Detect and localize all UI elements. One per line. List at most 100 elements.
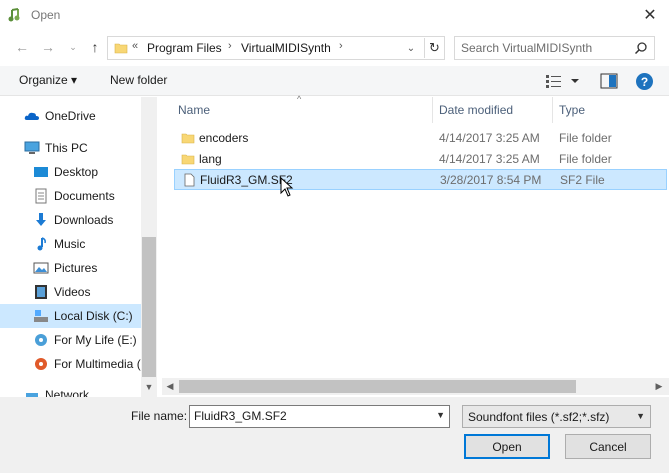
open-button[interactable]: Open — [464, 434, 550, 459]
file-row[interactable]: lang 4/14/2017 3:25 AM File folder — [174, 149, 667, 170]
chevron-down-icon[interactable]: ▼ — [436, 410, 445, 420]
address-bar[interactable]: « Program Files › VirtualMIDISynth › ⌄ ↻ — [107, 36, 445, 60]
app-icon — [8, 8, 20, 22]
refresh-button[interactable]: ↻ — [424, 38, 444, 58]
recent-locations-button[interactable]: ⌄ — [63, 37, 83, 57]
pictures-icon — [33, 262, 49, 274]
sort-ascending-icon: ^ — [297, 94, 302, 104]
nav-item-pictures[interactable]: Pictures — [0, 256, 141, 280]
breadcrumb-program-files[interactable]: Program Files — [147, 41, 222, 55]
nav-item-label: For Multimedia ( — [54, 357, 141, 371]
file-name-label: File name: — [131, 409, 188, 423]
address-dropdown-button[interactable]: ⌄ — [402, 40, 420, 56]
nav-item-videos[interactable]: Videos — [0, 280, 141, 304]
nav-item-label: Videos — [54, 285, 91, 299]
file-name: encoders — [199, 131, 249, 145]
file-icon — [184, 173, 195, 187]
search-input[interactable] — [461, 41, 626, 55]
nav-item-network[interactable]: Network — [0, 383, 141, 397]
file-name: FluidR3_GM.SF2 — [200, 173, 293, 187]
folder-icon — [181, 133, 195, 144]
scroll-left-button[interactable]: ◀ — [162, 378, 178, 395]
nav-item-label: OneDrive — [45, 109, 96, 123]
view-options-icon[interactable] — [545, 73, 581, 89]
nav-item-label: Downloads — [54, 213, 114, 227]
nav-item-label: Network — [45, 388, 90, 397]
file-date: 3/28/2017 8:54 PM — [440, 173, 542, 187]
forward-button[interactable]: → — [38, 37, 58, 57]
mouse-cursor-icon — [280, 177, 294, 197]
nav-item-label: For My Life (E:) — [54, 333, 137, 347]
column-header-name[interactable]: Name — [178, 103, 210, 117]
column-header-type[interactable]: Type — [559, 103, 585, 117]
file-name-combobox[interactable]: ▼ — [189, 405, 450, 428]
nav-item-multimedia-drive[interactable]: For Multimedia ( — [0, 352, 141, 376]
nav-scroll-down-button[interactable]: ▼ — [141, 379, 157, 395]
up-button[interactable]: ↑ — [85, 37, 105, 57]
breadcrumb-separator[interactable]: › — [228, 40, 232, 52]
nav-item-label: This PC — [45, 141, 88, 155]
column-header-date[interactable]: Date modified — [439, 103, 513, 117]
organize-button[interactable]: Organize ▾ — [19, 73, 77, 87]
nav-item-local-disk[interactable]: Local Disk (C:) — [0, 304, 141, 328]
drive-icon — [35, 358, 47, 370]
close-button[interactable]: ✕ — [633, 2, 667, 28]
folder-icon — [114, 43, 128, 54]
file-type-select[interactable]: Soundfont files (*.sf2;*.sfz) ▼ — [462, 405, 651, 428]
videos-icon — [35, 285, 47, 299]
nav-scrollbar-thumb[interactable] — [142, 237, 156, 377]
nav-item-this-pc[interactable]: This PC — [0, 136, 141, 160]
breadcrumb-separator[interactable]: › — [339, 40, 343, 52]
horizontal-scrollbar[interactable]: ◀ ▶ — [162, 378, 669, 395]
nav-item-e-drive[interactable]: For My Life (E:) — [0, 328, 141, 352]
footer-panel: File name: ▼ Soundfont files (*.sf2;*.sf… — [0, 397, 669, 473]
nav-item-music[interactable]: Music — [0, 232, 141, 256]
search-box[interactable] — [454, 36, 655, 60]
nav-item-label: Desktop — [54, 165, 99, 179]
folder-icon — [181, 154, 195, 165]
nav-item-label: Local Disk (C:) — [54, 309, 133, 323]
back-button[interactable]: ← — [12, 37, 32, 57]
drive-icon — [34, 310, 48, 322]
downloads-icon — [36, 213, 46, 226]
documents-icon — [35, 188, 47, 204]
file-type-value: Soundfont files (*.sf2;*.sfz) — [468, 410, 610, 424]
horizontal-scrollbar-thumb[interactable] — [179, 380, 576, 393]
file-type: File folder — [559, 131, 612, 145]
file-row-selected[interactable]: FluidR3_GM.SF2 3/28/2017 8:54 PM SF2 Fil… — [174, 169, 667, 190]
cancel-button[interactable]: Cancel — [565, 434, 651, 459]
cloud-icon — [24, 112, 39, 120]
desktop-icon — [34, 167, 48, 177]
column-divider[interactable] — [432, 97, 433, 123]
nav-item-onedrive[interactable]: OneDrive — [0, 104, 141, 128]
file-list[interactable]: ^ Name Date modified Type encoders 4/14/… — [162, 94, 669, 397]
scroll-right-button[interactable]: ▶ — [651, 378, 667, 395]
network-icon — [26, 393, 38, 397]
navigation-pane[interactable]: OneDrive This PC Desktop Documents Downl… — [0, 97, 157, 397]
column-divider[interactable] — [552, 97, 553, 123]
file-type: SF2 File — [560, 173, 605, 187]
nav-item-label: Music — [54, 237, 86, 251]
new-folder-button[interactable]: New folder — [110, 73, 167, 87]
breadcrumb-virtualmidisynth[interactable]: VirtualMIDISynth — [241, 41, 331, 55]
nav-item-desktop[interactable]: Desktop — [0, 160, 141, 184]
drive-icon — [35, 334, 47, 346]
help-icon[interactable]: ? — [636, 73, 653, 90]
file-row[interactable]: encoders 4/14/2017 3:25 AM File folder — [174, 128, 667, 149]
nav-item-documents[interactable]: Documents — [0, 184, 141, 208]
file-date: 4/14/2017 3:25 AM — [439, 152, 540, 166]
preview-pane-icon[interactable] — [600, 73, 618, 89]
computer-icon — [24, 141, 40, 154]
window-title: Open — [31, 8, 61, 22]
file-name: lang — [199, 152, 222, 166]
nav-item-label: Documents — [54, 189, 115, 203]
music-icon — [37, 237, 46, 251]
chevron-down-icon: ▼ — [636, 411, 645, 421]
title-bar: Open ✕ — [0, 0, 669, 31]
file-name-input[interactable] — [194, 409, 424, 423]
breadcrumb-overflow[interactable]: « — [132, 40, 138, 52]
search-icon[interactable] — [634, 41, 648, 55]
file-date: 4/14/2017 3:25 AM — [439, 131, 540, 145]
nav-item-downloads[interactable]: Downloads — [0, 208, 141, 232]
file-type: File folder — [559, 152, 612, 166]
